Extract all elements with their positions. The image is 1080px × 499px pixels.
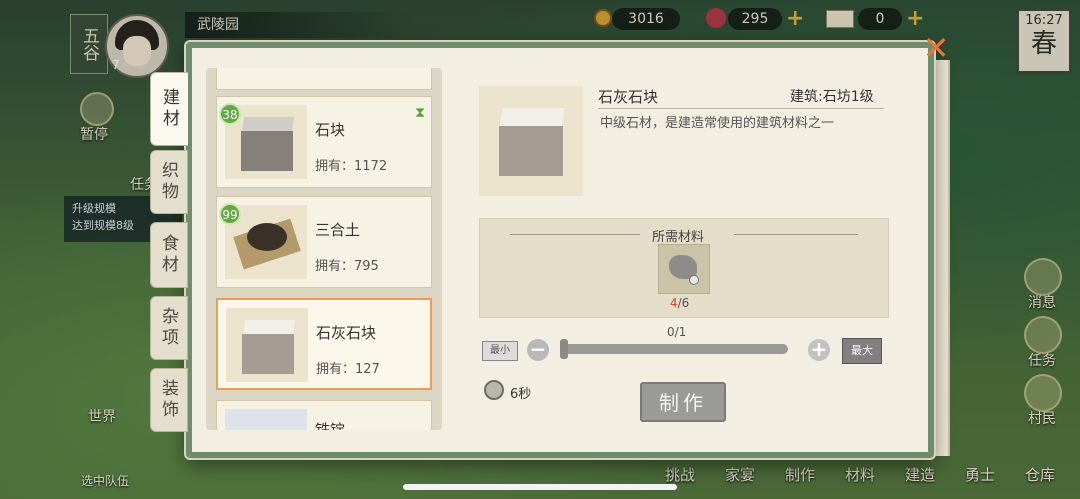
limestone-thumb	[226, 308, 308, 382]
building-requirement: 建筑:石坊1级	[790, 89, 874, 105]
item-name: 铁锭	[315, 421, 346, 430]
list-item-iron-ingot[interactable]: 铁锭	[216, 400, 432, 430]
divider	[734, 234, 858, 235]
min-button[interactable]: 最小	[482, 341, 518, 361]
item-count-badge: 38	[219, 103, 241, 125]
close-button[interactable]: ✕	[918, 30, 954, 66]
tab-fabrics[interactable]: 织物	[150, 150, 188, 214]
increase-button[interactable]: +	[808, 339, 830, 361]
iron-thumb	[225, 409, 307, 430]
tab-decoration[interactable]: 装饰	[150, 368, 188, 432]
max-button[interactable]: 最大	[842, 338, 882, 364]
craft-duration: 6秒	[510, 387, 532, 402]
materials-title: 所需材料	[652, 230, 705, 245]
craft-button[interactable]: 制作	[640, 382, 726, 422]
tab-misc[interactable]: 杂项	[150, 296, 188, 360]
material-need: /6	[677, 296, 690, 310]
tab-building-materials[interactable]: 建材	[150, 72, 188, 146]
detail-description: 中级石材，是建造常使用的建筑材料之一	[600, 116, 835, 131]
list-item-limestone[interactable]: 石灰石块 拥有：127	[216, 298, 432, 390]
item-owned: 拥有：1172	[315, 159, 388, 174]
material-have: 4	[670, 296, 678, 310]
item-list[interactable]: 38 ⧗ 石块 拥有：1172 99 三合土 拥有：795 石灰石块 拥有：12…	[206, 68, 442, 430]
tab-ingredients[interactable]: 食材	[150, 222, 188, 288]
quantity-readout: 0/1	[667, 325, 687, 339]
item-owned: 拥有：127	[316, 362, 380, 377]
item-name: 石灰石块	[316, 324, 377, 342]
detail-title: 石灰石块	[598, 88, 659, 106]
list-item-tabby[interactable]: 99 三合土 拥有：795	[216, 196, 432, 288]
item-owned: 拥有：795	[315, 259, 379, 274]
clock-icon	[484, 380, 504, 400]
divider	[598, 108, 884, 109]
item-name: 石块	[315, 121, 346, 139]
home-indicator[interactable]	[403, 484, 677, 490]
decrease-button[interactable]: −	[527, 339, 549, 361]
limestone-ore-icon[interactable]	[658, 244, 710, 294]
detail-item-image	[479, 86, 583, 196]
material-count: 4/6	[670, 296, 689, 310]
list-item-stone[interactable]: 38 ⧗ 石块 拥有：1172	[216, 96, 432, 188]
hourglass-icon: ⧗	[415, 105, 425, 121]
item-name: 三合土	[315, 221, 361, 239]
list-item-partial-top[interactable]	[216, 68, 432, 90]
divider	[510, 234, 640, 235]
item-count-badge: 99	[219, 203, 241, 225]
quantity-slider[interactable]	[560, 344, 788, 354]
slider-handle[interactable]	[560, 339, 568, 359]
